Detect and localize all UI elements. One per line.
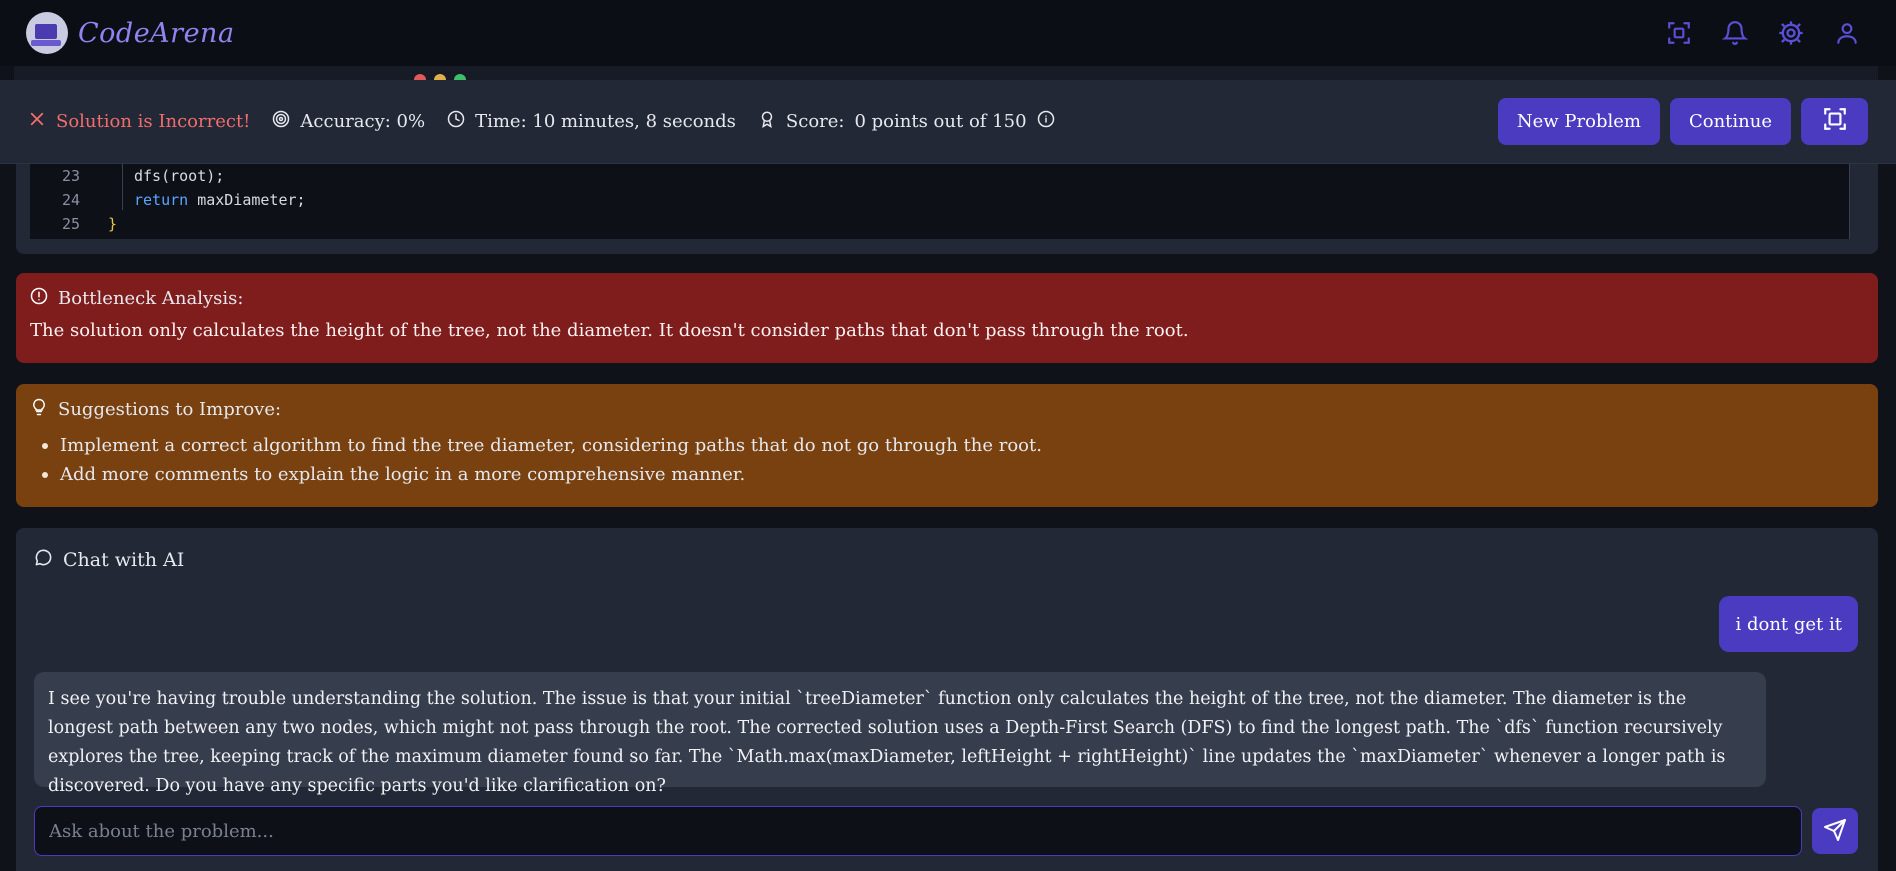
- suggestions-list: Implement a correct algorithm to find th…: [30, 431, 1864, 489]
- time-text: Time: 10 minutes, 8 seconds: [475, 111, 736, 132]
- send-button[interactable]: [1812, 808, 1858, 854]
- clock-icon: [447, 110, 465, 133]
- continue-button[interactable]: Continue: [1669, 98, 1791, 145]
- gear-icon[interactable]: [1776, 18, 1806, 48]
- alert-circle-icon: [30, 287, 48, 310]
- result-bar: Solution is Incorrect! Accuracy: 0% Time…: [0, 80, 1896, 164]
- bottleneck-text: The solution only calculates the height …: [30, 320, 1189, 341]
- suggestion-text: Implement a correct algorithm to find th…: [60, 435, 1042, 456]
- app-name: CodeArena: [78, 17, 235, 49]
- time-stat: Time: 10 minutes, 8 seconds: [447, 110, 736, 133]
- code-text: maxDiameter;: [197, 191, 306, 209]
- code-editor[interactable]: 23 dfs(root); 24 return maxDiameter; 25 …: [30, 164, 1850, 239]
- code-text: }: [108, 215, 118, 233]
- accuracy-stat: Accuracy: 0%: [272, 110, 425, 133]
- suggestions-panel: Suggestions to Improve: Implement a corr…: [16, 384, 1878, 507]
- status-text: Solution is Incorrect!: [56, 111, 251, 132]
- line-number: 23: [61, 167, 80, 185]
- code-text: dfs(root);: [134, 167, 225, 185]
- line-number: 24: [61, 191, 80, 209]
- suggestion-item: Implement a correct algorithm to find th…: [30, 431, 1864, 460]
- score-label: Score:: [785, 111, 845, 132]
- suggestion-text: Add more comments to explain the logic i…: [60, 464, 746, 485]
- score-stat: Score: 0 points out of 150: [758, 110, 1055, 133]
- brand[interactable]: CodeArena: [26, 12, 235, 54]
- line-number: 25: [61, 215, 80, 233]
- code-line: 23 dfs(root);: [30, 164, 224, 188]
- accuracy-text: Accuracy: 0%: [300, 111, 426, 132]
- bottleneck-panel: Bottleneck Analysis: The solution only c…: [16, 273, 1878, 363]
- lightbulb-icon: [30, 398, 48, 421]
- chat-bubble-icon: [34, 548, 53, 572]
- app-logo: [26, 12, 68, 54]
- code-line: 25 }: [30, 212, 117, 236]
- code-keyword: return: [134, 191, 189, 209]
- chat-title: Chat with AI: [63, 549, 185, 571]
- suggestions-title: Suggestions to Improve:: [58, 399, 282, 420]
- chat-input[interactable]: [34, 806, 1802, 856]
- focus-mode-button[interactable]: [1801, 98, 1868, 145]
- bottleneck-title: Bottleneck Analysis:: [58, 288, 244, 309]
- send-icon: [1823, 818, 1847, 845]
- user-message: i dont get it: [1719, 596, 1858, 652]
- target-icon: [272, 110, 290, 133]
- new-problem-button[interactable]: New Problem: [1497, 98, 1660, 145]
- bell-icon[interactable]: [1720, 18, 1750, 48]
- focus-frame-icon: [1822, 106, 1848, 137]
- score-value: 0 points out of 150: [854, 111, 1027, 132]
- code-line: 24 return maxDiameter;: [30, 188, 306, 212]
- ai-message: I see you're having trouble understandin…: [34, 672, 1766, 796]
- award-icon: [758, 110, 776, 133]
- user-icon[interactable]: [1832, 18, 1862, 48]
- info-icon[interactable]: [1037, 110, 1055, 133]
- top-navbar: CodeArena: [0, 0, 1896, 66]
- result-status: Solution is Incorrect!: [28, 110, 250, 133]
- code-panel: 23 dfs(root); 24 return maxDiameter; 25 …: [16, 164, 1878, 254]
- close-x-icon: [28, 110, 46, 133]
- suggestion-item: Add more comments to explain the logic i…: [30, 460, 1864, 489]
- chat-header: Chat with AI: [34, 548, 184, 572]
- fullscreen-scan-icon[interactable]: [1664, 18, 1694, 48]
- chat-panel: Chat with AI i dont get it I see you're …: [16, 528, 1878, 871]
